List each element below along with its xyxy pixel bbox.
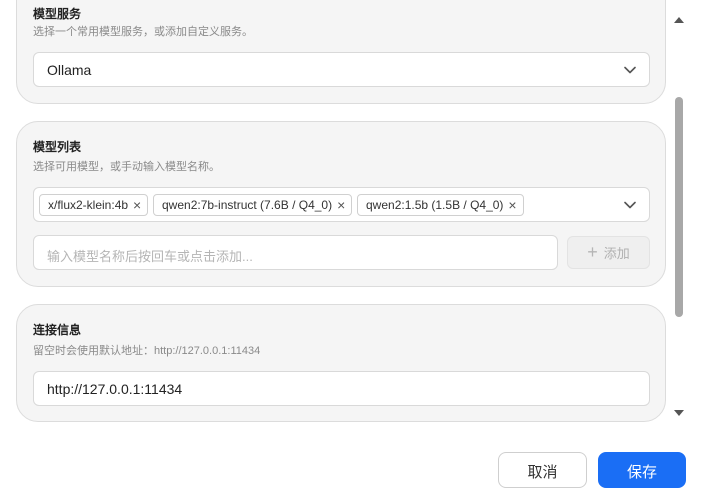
vertical-scrollbar[interactable] <box>671 0 687 425</box>
chevron-down-icon[interactable] <box>621 196 639 214</box>
server-url-input[interactable]: http://127.0.0.1:11434 <box>33 371 650 406</box>
model-service-description: 选择一个常用模型服务，或添加自定义服务。 <box>33 26 253 38</box>
remove-tag-icon[interactable]: × <box>337 198 345 212</box>
chevron-down-icon <box>624 66 636 74</box>
scroll-down-arrow-icon[interactable] <box>674 410 684 416</box>
settings-scroll-area[interactable]: 模型服务 选择一个常用模型服务，或添加自定义服务。 Ollama 模型列表 选择… <box>0 0 671 425</box>
save-button[interactable]: 保存 <box>598 452 686 488</box>
remove-tag-icon[interactable]: × <box>133 198 141 212</box>
model-service-card: 模型服务 选择一个常用模型服务，或添加自定义服务。 Ollama <box>16 0 666 104</box>
scrollbar-thumb[interactable] <box>675 97 683 317</box>
connection-card: 连接信息 留空时会使用默认地址：http://127.0.0.1:11434 h… <box>16 304 666 422</box>
model-multiselect[interactable]: x/flux2-klein:4b × qwen2:7b-instruct (7.… <box>33 187 650 222</box>
model-service-select[interactable]: Ollama <box>33 52 650 87</box>
model-service-selected-value: Ollama <box>47 62 92 78</box>
model-tag-label: qwen2:1.5b (1.5B / Q4_0) <box>366 198 504 212</box>
add-model-label: 添加 <box>603 246 630 261</box>
scroll-up-arrow-icon[interactable] <box>674 17 684 23</box>
server-url-value: http://127.0.0.1:11434 <box>47 381 183 397</box>
add-model-button[interactable]: + 添加 <box>567 236 650 269</box>
connection-title: 连接信息 <box>33 323 82 337</box>
model-list-card: 模型列表 选择可用模型，或手动输入模型名称。 x/flux2-klein:4b … <box>16 121 666 287</box>
model-tag: qwen2:1.5b (1.5B / Q4_0) × <box>357 194 524 216</box>
remove-tag-icon[interactable]: × <box>508 198 516 212</box>
model-name-placeholder: 输入模型名称后按回车或点击添加... <box>47 249 253 264</box>
model-tag: qwen2:7b-instruct (7.6B / Q4_0) × <box>153 194 353 216</box>
model-tag: x/flux2-klein:4b × <box>39 194 149 216</box>
model-tag-label: x/flux2-klein:4b <box>48 198 129 212</box>
cancel-button[interactable]: 取消 <box>498 452 587 488</box>
model-name-input[interactable]: 输入模型名称后按回车或点击添加... <box>33 235 558 270</box>
model-list-title: 模型列表 <box>33 140 82 154</box>
connection-description: 留空时会使用默认地址：http://127.0.0.1:11434 <box>33 345 261 357</box>
model-list-description: 选择可用模型，或手动输入模型名称。 <box>33 161 220 173</box>
model-tag-label: qwen2:7b-instruct (7.6B / Q4_0) <box>162 198 333 212</box>
model-service-title: 模型服务 <box>33 7 82 21</box>
plus-icon: + <box>587 242 598 262</box>
